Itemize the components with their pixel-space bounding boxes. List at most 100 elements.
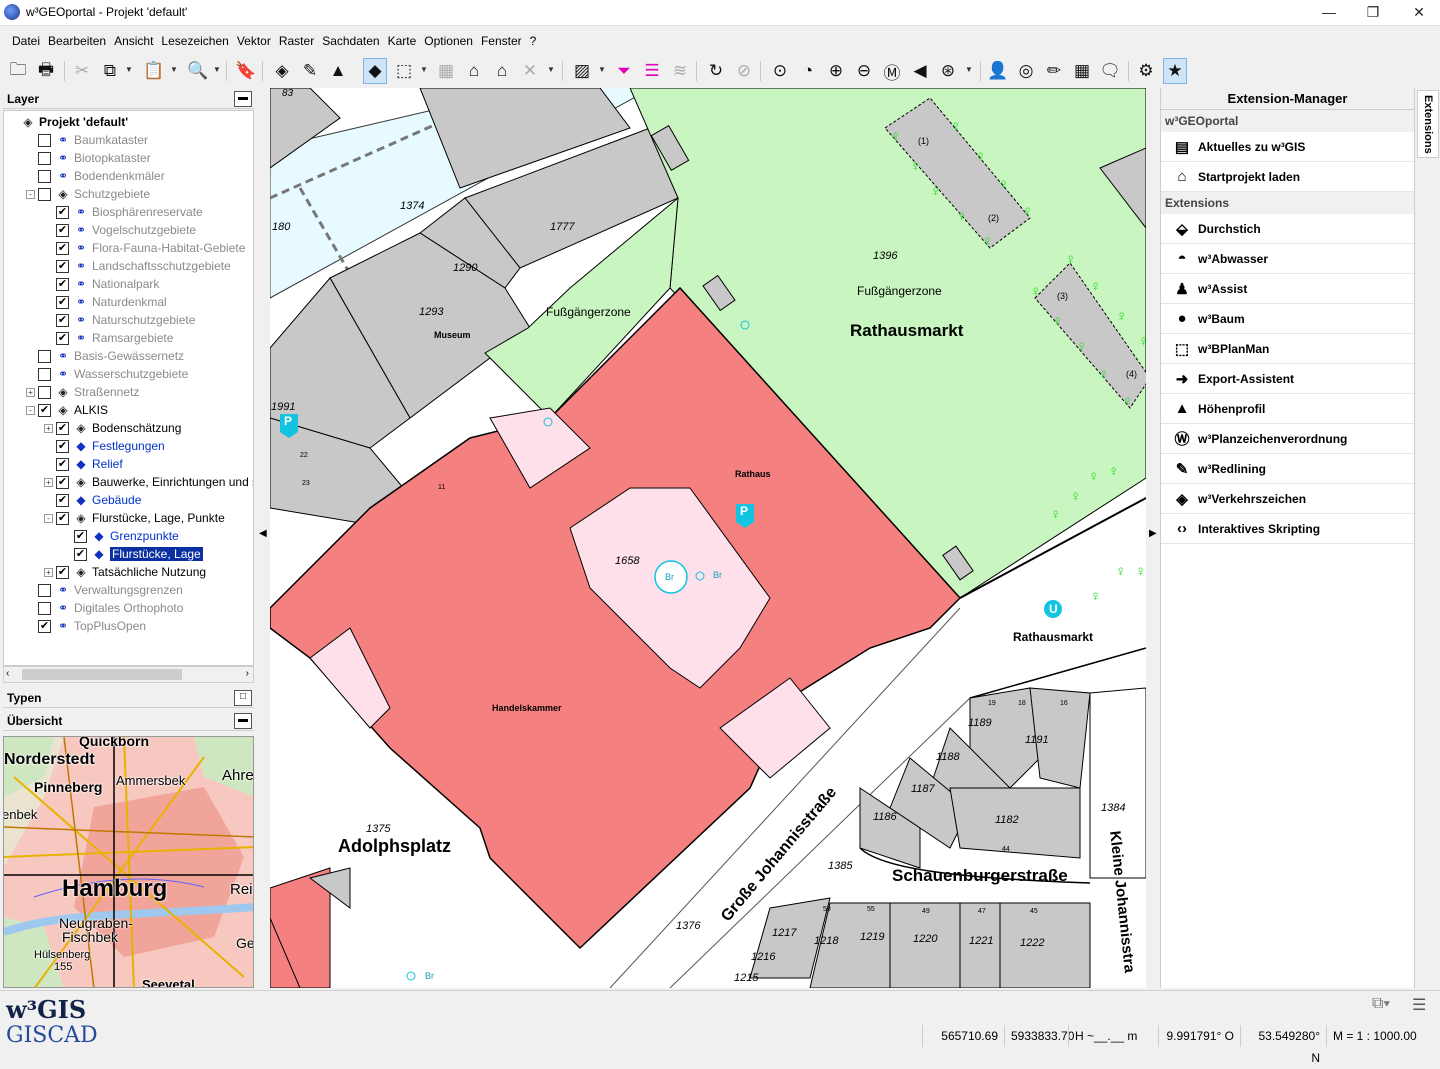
expand-icon[interactable]: □ <box>234 690 252 706</box>
filter-magenta-icon[interactable]: ⏷ <box>612 58 636 84</box>
layers-copy-icon[interactable]: ⧉▾ <box>1372 995 1390 1013</box>
expander-icon[interactable]: - <box>26 405 35 415</box>
stop-icon[interactable]: ⊘ <box>732 58 756 84</box>
collapse-left-icon[interactable]: ◀ <box>259 528 267 539</box>
layer-checkbox[interactable]: ✔ <box>56 277 69 291</box>
star-icon[interactable]: ★ <box>1163 58 1187 84</box>
layer-row[interactable]: ⚭ Bodendenkmäler <box>26 167 165 185</box>
extension-item[interactable]: ⬚ w³BPlanMan <box>1161 334 1414 364</box>
zoom-icon[interactable]: 🔍 <box>186 58 210 84</box>
layer-row[interactable]: - ◈ Schutzgebiete <box>26 185 150 203</box>
layer-checkbox[interactable]: ✔ <box>56 223 69 237</box>
layer-row[interactable]: - ✔ ◈ ALKIS <box>26 401 108 419</box>
filter-lines-icon[interactable]: ☰ <box>640 58 664 84</box>
menu-item[interactable]: Optionen <box>420 30 477 52</box>
layer-row[interactable]: ⚭ Biotopkataster <box>26 149 151 167</box>
expander-icon[interactable]: - <box>44 513 53 523</box>
right-splitter[interactable]: ▶ <box>1146 88 1160 988</box>
expander-icon[interactable]: + <box>44 477 53 487</box>
extension-item[interactable]: ⬙ Durchstich <box>1161 214 1414 244</box>
layer-tree[interactable]: ◈ Projekt 'default' ⚭ Baumkataster ⚭ Biotopka… <box>3 110 254 666</box>
typen-panel-header[interactable]: Typen □ <box>3 688 254 708</box>
zoom-out-icon[interactable]: ⊖ <box>852 58 876 84</box>
gear-icon[interactable]: ⚙ <box>1134 58 1158 84</box>
copy-icon[interactable]: ⧉ <box>98 58 122 84</box>
layer-checkbox[interactable]: ✔ <box>56 313 69 327</box>
layer-row[interactable]: ✔ ⚭ Nationalpark <box>44 275 159 293</box>
menu-item[interactable]: Raster <box>275 30 318 52</box>
scroll-left-icon[interactable]: ‹ <box>6 668 9 679</box>
hatch-icon[interactable]: ▨ <box>570 58 594 84</box>
layer-checkbox[interactable] <box>38 385 51 399</box>
layer-row[interactable]: ✔ ⚭ Flora-Fauna-Habitat-Gebiete <box>44 239 245 257</box>
extension-item[interactable]: ✎ w³Redlining <box>1161 454 1414 484</box>
zoom-extent-icon[interactable]: ◔ <box>796 58 820 84</box>
layer-checkbox[interactable] <box>38 601 51 615</box>
cut-icon[interactable]: ✂ <box>70 58 94 84</box>
layer-checkbox[interactable]: ✔ <box>56 511 69 525</box>
list-icon[interactable]: ☰ <box>1412 995 1426 1015</box>
layer-checkbox[interactable] <box>38 169 51 183</box>
expander-icon[interactable]: + <box>26 387 35 397</box>
layer-row[interactable]: ⚭ Baumkataster <box>26 131 148 149</box>
zoom-in-icon[interactable]: ⊕ <box>824 58 848 84</box>
expander-icon[interactable]: - <box>26 189 35 199</box>
layer-stack-icon[interactable]: ◈ <box>270 58 294 84</box>
layer-row[interactable]: ⚭ Basis-Gewässernetz <box>26 347 184 365</box>
layer-checkbox[interactable]: ✔ <box>56 205 69 219</box>
layer-checkbox[interactable]: ✔ <box>38 403 51 417</box>
menu-item[interactable]: Fenster <box>477 30 526 52</box>
layer-row[interactable]: ✔ ◆ Grenzpunkte <box>62 527 179 545</box>
layer-row[interactable]: ✔ ◆ Gebäude <box>44 491 141 509</box>
house-icon[interactable]: ⌂ <box>462 58 486 84</box>
layer-checkbox[interactable]: ✔ <box>56 565 69 579</box>
extension-item[interactable]: ● w³Baum <box>1161 304 1414 334</box>
layer-checkbox[interactable] <box>38 583 51 597</box>
layer-row[interactable]: ✔ ◆ Relief <box>44 455 123 473</box>
collapse-icon[interactable]: ▬ <box>234 91 252 107</box>
edit-line-icon[interactable]: ✎ <box>298 58 322 84</box>
layer-checkbox[interactable]: ✔ <box>56 439 69 453</box>
menu-item[interactable]: Datei <box>8 30 44 52</box>
left-splitter[interactable]: ◀ <box>256 88 270 990</box>
print-icon[interactable]: 🖶 <box>34 58 58 84</box>
grid-icon[interactable]: ▦ <box>434 58 458 84</box>
layer-checkbox[interactable] <box>38 349 51 363</box>
collapse-right-icon[interactable]: ▶ <box>1149 528 1157 539</box>
close-button[interactable]: ✕ <box>1396 0 1440 26</box>
target-icon[interactable]: ◎ <box>1014 58 1038 84</box>
menu-item[interactable]: Bearbeiten <box>44 30 110 52</box>
layer-checkbox[interactable]: ✔ <box>56 457 69 471</box>
extension-item[interactable]: ⌂ Startprojekt laden <box>1161 162 1414 192</box>
extension-item[interactable]: ▤ Aktuelles zu w³GIS <box>1161 132 1414 162</box>
extension-item[interactable]: Ⓦw³Planzeichenverordnung <box>1161 424 1414 454</box>
table-icon[interactable]: ▦ <box>1070 58 1094 84</box>
back-icon[interactable]: ◀ <box>908 58 932 84</box>
menu-item[interactable]: ? <box>526 30 541 52</box>
map-canvas[interactable]: 1374 180 1777 1290 1293 Museum Fußgängerzone Fu… <box>270 88 1146 988</box>
layer-checkbox[interactable]: ✔ <box>56 475 69 489</box>
layer-checkbox[interactable] <box>38 367 51 381</box>
select-area-icon[interactable]: ⬚ <box>392 58 416 84</box>
layer-row[interactable]: ⚭ Wasserschutzgebiete <box>26 365 188 383</box>
layers-gray-icon[interactable]: ≋ <box>668 58 692 84</box>
extension-item[interactable]: ‹› Interaktives Skripting <box>1161 514 1414 544</box>
layer-row[interactable]: ✔ ◆ Festlegungen <box>44 437 165 455</box>
layer-row[interactable]: ✔ ⚭ Vogelschutzgebiete <box>44 221 196 239</box>
layer-row[interactable]: ✔ ⚭ Biosphärenreservate <box>44 203 203 221</box>
houses-icon[interactable]: ⌂ <box>490 58 514 84</box>
refresh-icon[interactable]: ↻ <box>704 58 728 84</box>
layer-row[interactable]: + ✔ ◈ Bodenschätzung <box>44 419 181 437</box>
tab-extensions[interactable]: Extensions <box>1417 90 1439 158</box>
pencil-icon[interactable]: ✏ <box>1042 58 1066 84</box>
open-folder-icon[interactable]: 🗀 <box>6 58 30 84</box>
layer-checkbox[interactable]: ✔ <box>56 493 69 507</box>
menu-item[interactable]: Karte <box>384 30 421 52</box>
overview-map[interactable]: Quickborn Norderstedt Pinneberg Ammersbek Ah… <box>3 736 254 988</box>
terrain-icon[interactable]: ▲ <box>326 58 350 84</box>
speech-icon[interactable]: 🗨 <box>1098 58 1122 84</box>
menu-item[interactable]: Ansicht <box>110 30 157 52</box>
layer-checkbox[interactable]: ✔ <box>56 295 69 309</box>
layer-row[interactable]: ⚭ Digitales Orthophoto <box>26 599 183 617</box>
zoom-measure-icon[interactable]: Ⓜ <box>880 58 904 84</box>
